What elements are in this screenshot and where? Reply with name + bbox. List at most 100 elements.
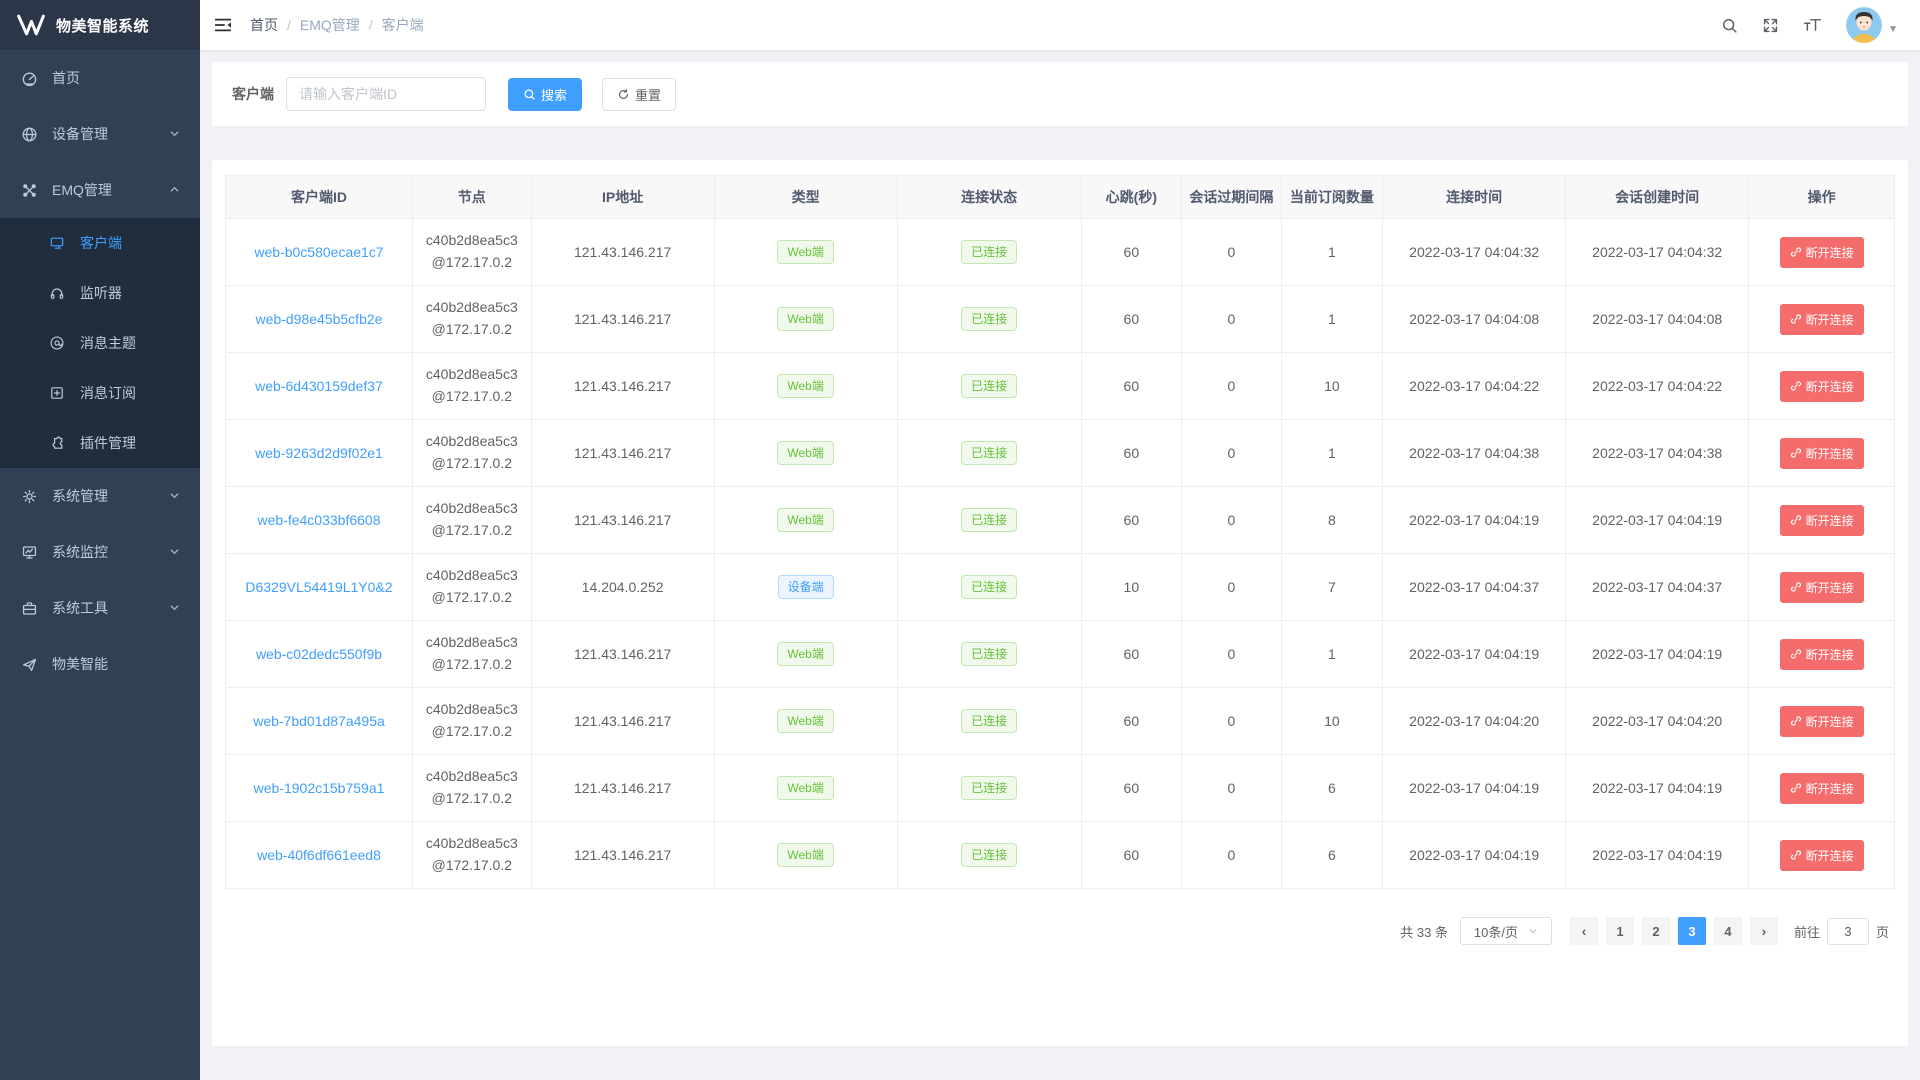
heartbeat-value: 60 <box>1124 378 1140 394</box>
unlink-icon <box>1790 715 1802 727</box>
search-button[interactable]: 搜索 <box>508 78 582 111</box>
session-expiry-value: 0 <box>1227 512 1235 528</box>
client-id-input[interactable] <box>286 77 486 111</box>
table-row: web-c02dedc550f9b c40b2d8ea5c3@172.17.0.2… <box>226 621 1895 688</box>
subscription-count: 1 <box>1328 646 1336 662</box>
disconnect-button[interactable]: 断开连接 <box>1780 840 1864 871</box>
session-expiry-value: 0 <box>1227 646 1235 662</box>
breadcrumb-item-home[interactable]: 首页 <box>250 15 278 35</box>
disconnect-button[interactable]: 断开连接 <box>1780 639 1864 670</box>
disconnect-button[interactable]: 断开连接 <box>1780 371 1864 402</box>
connected-at: 2022-03-17 04:04:38 <box>1409 445 1539 461</box>
sidebar-item-plugins[interactable]: 插件管理 <box>0 418 200 468</box>
client-monitor-icon <box>48 234 66 252</box>
font-size-icon[interactable] <box>1803 17 1822 33</box>
client-id-link[interactable]: D6329VL54419L1Y0&2 <box>245 579 392 595</box>
column-header: 类型 <box>714 176 897 219</box>
sidebar-item-label: 客户端 <box>80 233 122 253</box>
session-expiry-value: 0 <box>1227 847 1235 863</box>
column-header: 客户端ID <box>226 176 413 219</box>
pagination: 共 33 条 10条/页 ‹ 1234 › 前往 页 <box>225 917 1895 945</box>
chevron-down-icon <box>169 544 180 560</box>
session-expiry-value: 0 <box>1227 780 1235 796</box>
node-host: @172.17.0.2 <box>413 654 531 676</box>
headset-icon <box>48 284 66 302</box>
sidebar-item-label: EMQ管理 <box>52 180 112 200</box>
disconnect-label: 断开连接 <box>1806 244 1854 261</box>
prev-page-button[interactable]: ‹ <box>1570 917 1598 945</box>
disconnect-button[interactable]: 断开连接 <box>1780 572 1864 603</box>
goto-label: 前往 <box>1794 922 1820 941</box>
search-icon[interactable] <box>1721 17 1738 34</box>
created-at: 2022-03-17 04:04:08 <box>1592 311 1722 327</box>
sidebar-item-label: 系统管理 <box>52 486 108 506</box>
table-row: web-9263d2d9f02e1c40b2d8ea5c3@172.17.0.2… <box>226 420 1895 487</box>
disconnect-button[interactable]: 断开连接 <box>1780 706 1864 737</box>
disconnect-button[interactable]: 断开连接 <box>1780 505 1864 536</box>
breadcrumb-item-emq[interactable]: EMQ管理 <box>300 15 360 35</box>
subscription-count: 8 <box>1328 512 1336 528</box>
client-id-link[interactable]: web-b0c580ecae1c7 <box>254 244 383 260</box>
sidebar-item-devices[interactable]: 设备管理 <box>0 106 200 162</box>
client-id-link[interactable]: web-9263d2d9f02e1 <box>255 445 383 461</box>
goto-page-input[interactable] <box>1827 918 1869 945</box>
node-name: c40b2d8ea5c3 <box>413 632 531 654</box>
ip-address: 121.43.146.217 <box>574 713 671 729</box>
page-button-2[interactable]: 2 <box>1642 917 1670 945</box>
table-row: D6329VL54419L1Y0&2c40b2d8ea5c3@172.17.0.… <box>226 554 1895 621</box>
sidebar-item-system-mgmt[interactable]: 系统管理 <box>0 468 200 524</box>
table-row: web-b0c580ecae1c7c40b2d8ea5c3@172.17.0.2… <box>226 219 1895 286</box>
next-page-button[interactable]: › <box>1750 917 1778 945</box>
type-badge: 设备端 <box>778 575 834 600</box>
disconnect-label: 断开连接 <box>1806 579 1854 596</box>
disconnect-button[interactable]: 断开连接 <box>1780 773 1864 804</box>
type-badge: Web端 <box>777 776 833 801</box>
sidebar-item-emq[interactable]: EMQ管理 <box>0 162 200 218</box>
heartbeat-value: 10 <box>1124 579 1140 595</box>
node-name: c40b2d8ea5c3 <box>413 364 531 386</box>
sidebar-item-subscriptions[interactable]: 消息订阅 <box>0 368 200 418</box>
sidebar-item-wumei[interactable]: 物美智能 <box>0 636 200 692</box>
client-id-link[interactable]: web-1902c15b759a1 <box>254 780 385 796</box>
reset-button[interactable]: 重置 <box>602 78 676 111</box>
client-id-link[interactable]: web-d98e45b5cfb2e <box>256 311 383 327</box>
avatar[interactable] <box>1846 7 1882 43</box>
heartbeat-value: 60 <box>1124 847 1140 863</box>
client-id-link[interactable]: web-c02dedc550f9b <box>256 646 382 662</box>
disconnect-button[interactable]: 断开连接 <box>1780 237 1864 268</box>
sidebar-item-system-tools[interactable]: 系统工具 <box>0 580 200 636</box>
ip-address: 121.43.146.217 <box>574 445 671 461</box>
page-button-4[interactable]: 4 <box>1714 917 1742 945</box>
session-expiry-value: 0 <box>1227 445 1235 461</box>
sidebar-item-clients[interactable]: 客户端 <box>0 218 200 268</box>
page-button-1[interactable]: 1 <box>1606 917 1634 945</box>
disconnect-button[interactable]: 断开连接 <box>1780 304 1864 335</box>
created-at: 2022-03-17 04:04:37 <box>1592 579 1722 595</box>
caret-down-icon: ▼ <box>1888 24 1898 35</box>
column-header: 连接时间 <box>1383 176 1566 219</box>
disconnect-button[interactable]: 断开连接 <box>1780 438 1864 469</box>
ip-address: 121.43.146.217 <box>574 847 671 863</box>
total-count: 共 33 条 <box>1400 922 1448 941</box>
page-size-select[interactable]: 10条/页 <box>1460 917 1552 945</box>
subscription-count: 10 <box>1324 378 1340 394</box>
page-button-3[interactable]: 3 <box>1678 917 1706 945</box>
sidebar-item-listeners[interactable]: 监听器 <box>0 268 200 318</box>
sidebar-item-label: 首页 <box>52 68 80 88</box>
user-menu[interactable]: ▼ <box>1846 7 1898 43</box>
chevron-down-icon <box>1528 924 1538 939</box>
logo-icon <box>16 12 46 38</box>
client-id-link[interactable]: web-7bd01d87a495a <box>253 713 385 729</box>
sidebar-item-topics[interactable]: 消息主题 <box>0 318 200 368</box>
client-id-link[interactable]: web-fe4c033bf6608 <box>258 512 381 528</box>
client-id-link[interactable]: web-40f6df661eed8 <box>257 847 381 863</box>
sidebar-item-system-monitor[interactable]: 系统监控 <box>0 524 200 580</box>
created-at: 2022-03-17 04:04:19 <box>1592 646 1722 662</box>
subscribe-plus-icon <box>48 384 66 402</box>
sidebar-item-label: 设备管理 <box>52 124 108 144</box>
fullscreen-icon[interactable] <box>1762 17 1779 34</box>
sidebar-collapse-icon[interactable] <box>214 17 232 33</box>
table-row: web-40f6df661eed8c40b2d8ea5c3@172.17.0.2… <box>226 822 1895 889</box>
client-id-link[interactable]: web-6d430159def37 <box>255 378 383 394</box>
sidebar-item-home[interactable]: 首页 <box>0 50 200 106</box>
